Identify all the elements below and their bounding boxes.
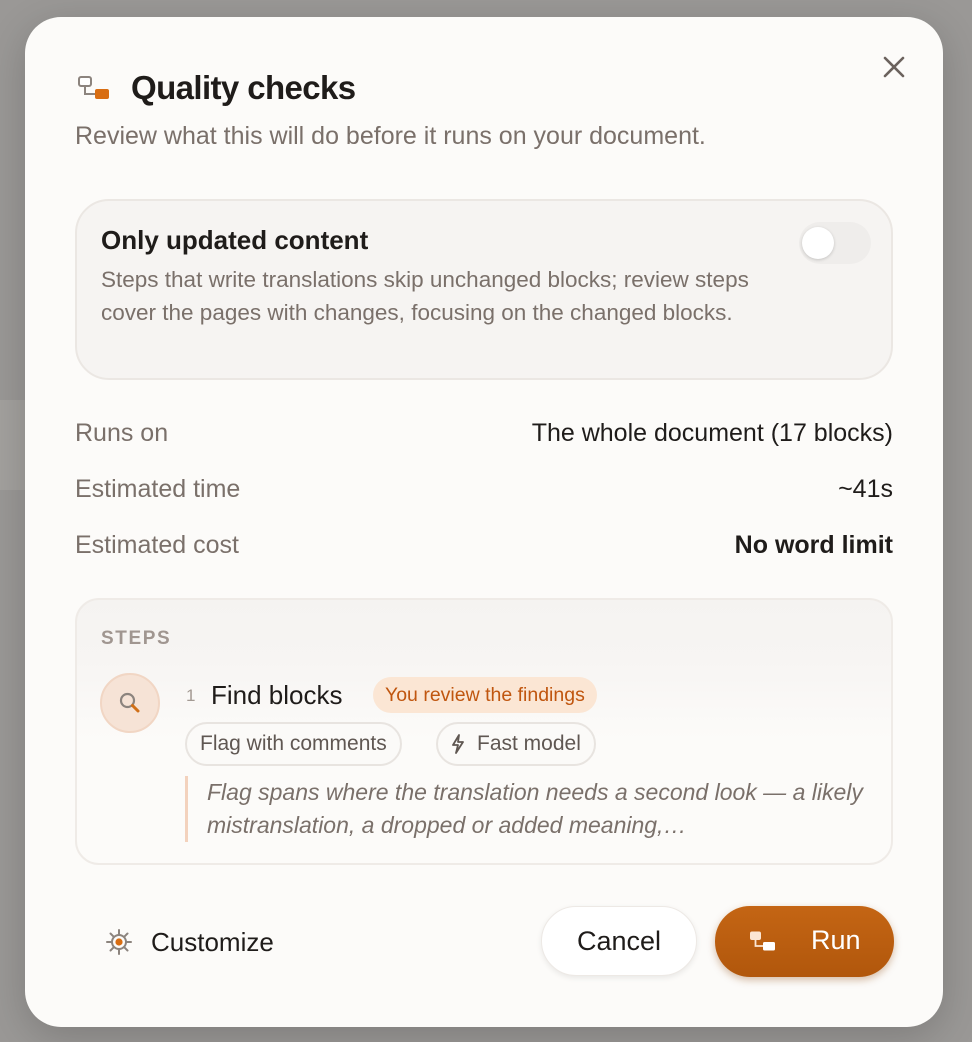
runs-on-row: Runs on The whole document (17 blocks) [75,415,893,451]
flag-with-comments-chip[interactable]: Flag with comments [185,722,402,766]
only-updated-toggle[interactable] [799,222,871,264]
close-button[interactable] [880,53,908,81]
review-badge: You review the findings [373,677,597,713]
estimated-cost-row: Estimated cost No word limit [75,527,893,563]
cancel-label: Cancel [576,925,662,956]
gear-icon [106,929,132,955]
only-updated-option: Only updated content Steps that write tr… [75,199,893,380]
estimated-time-row: Estimated time ~41s [75,471,893,507]
cancel-button[interactable]: Cancel [541,906,697,976]
chip-label: Fast model [477,732,581,755]
pipeline-icon [750,931,775,951]
estimated-cost-value: No word limit [734,530,893,559]
chip-label: Flag with comments [200,732,387,755]
dialog-title: Quality checks [131,69,356,106]
pipeline-icon [78,76,109,99]
estimated-time-label: Estimated time [75,474,241,503]
lightning-icon [452,734,464,754]
search-icon [119,692,140,713]
step-number: 1 [186,686,196,705]
step-name: Find blocks [211,680,343,710]
quality-checks-dialog: Quality checks Review what this will do … [25,17,943,1027]
option-description: Steps that write translations skip uncha… [101,267,749,325]
steps-panel: STEPS 1 Find blocks You review the findi… [75,598,893,865]
estimated-cost-label: Estimated cost [75,530,239,559]
dialog-subtitle: Review what this will do before it runs … [75,122,706,150]
fast-model-chip[interactable]: Fast model [436,722,596,766]
step-description: Flag spans where the translation needs a… [185,776,897,842]
estimated-time-value: ~41s [838,474,893,503]
customize-button[interactable]: Customize [105,917,274,967]
run-button[interactable]: Run [715,906,894,977]
steps-heading: STEPS [101,628,172,649]
run-label: Run [811,925,861,955]
close-icon [883,56,905,78]
step-icon-circle [100,673,160,733]
option-title: Only updated content [101,225,369,255]
runs-on-value: The whole document (17 blocks) [531,418,893,447]
toggle-knob [802,227,834,259]
runs-on-label: Runs on [75,418,169,447]
dialog-header: Quality checks [77,69,356,107]
customize-label: Customize [151,926,274,957]
